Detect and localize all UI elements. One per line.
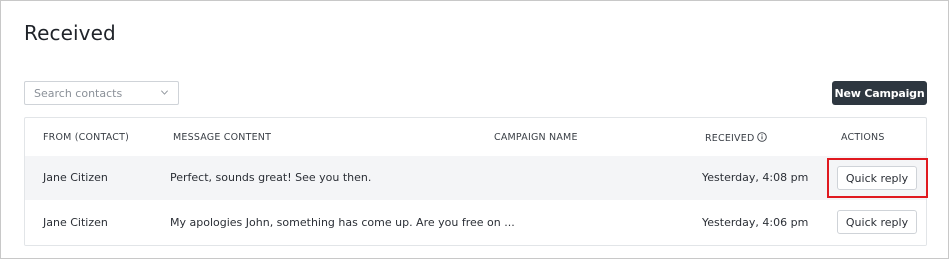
column-header-campaign: CAMPAIGN NAME xyxy=(494,132,578,143)
table-header: FROM (CONTACT) MESSAGE CONTENT CAMPAIGN … xyxy=(25,118,926,156)
search-contacts-select[interactable]: Search contacts xyxy=(24,81,179,105)
received-time-cell: Yesterday, 4:06 pm xyxy=(702,216,809,229)
received-messages-table: FROM (CONTACT) MESSAGE CONTENT CAMPAIGN … xyxy=(24,117,927,246)
column-header-received-label: RECEIVED xyxy=(705,133,755,144)
quick-reply-button[interactable]: Quick reply xyxy=(837,166,917,190)
from-contact-cell: Jane Citizen xyxy=(43,171,108,184)
quick-reply-button[interactable]: Quick reply xyxy=(837,210,917,234)
message-content-cell: Perfect, sounds great! See you then. xyxy=(170,171,372,184)
table-row: Jane Citizen My apologies John, somethin… xyxy=(25,201,926,245)
info-icon[interactable] xyxy=(757,132,768,142)
received-time-cell: Yesterday, 4:08 pm xyxy=(702,171,809,184)
column-header-received: RECEIVED xyxy=(705,132,768,144)
column-header-message: MESSAGE CONTENT xyxy=(173,132,272,143)
new-campaign-button[interactable]: New Campaign xyxy=(832,81,927,105)
message-content-cell: My apologies John, something has come up… xyxy=(170,216,515,229)
from-contact-cell: Jane Citizen xyxy=(43,216,108,229)
chevron-down-icon xyxy=(161,90,168,95)
page-title: Received xyxy=(24,21,116,45)
search-placeholder: Search contacts xyxy=(34,86,123,100)
column-header-from: FROM (CONTACT) xyxy=(43,132,130,143)
table-row: Jane Citizen Perfect, sounds great! See … xyxy=(25,156,926,200)
column-header-actions: ACTIONS xyxy=(841,132,885,143)
window-frame: Received Search contacts New Campaign FR… xyxy=(0,0,949,259)
